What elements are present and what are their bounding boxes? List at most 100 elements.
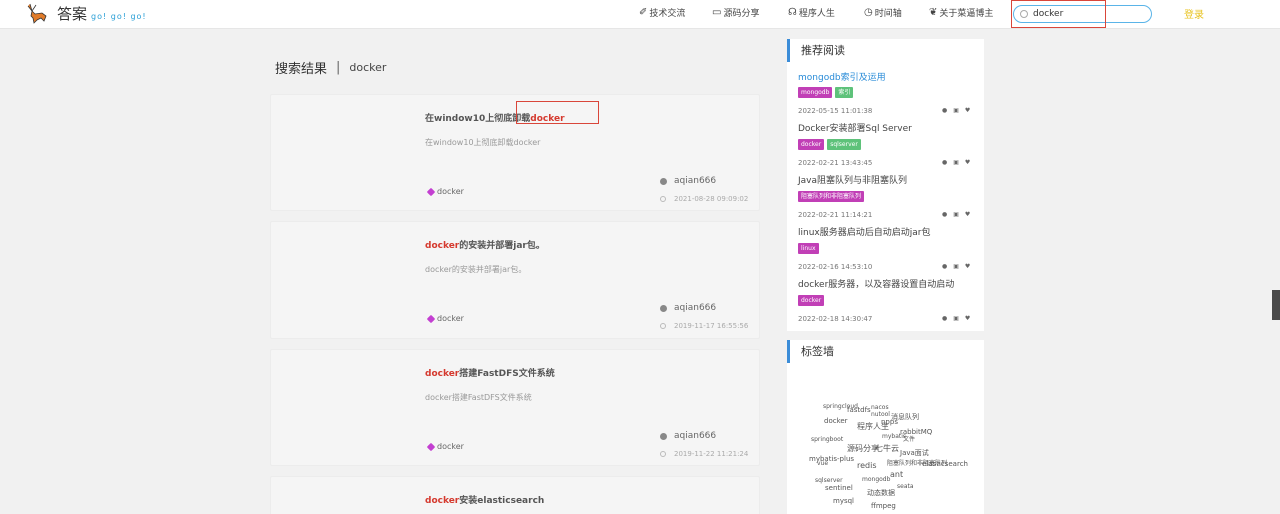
tag-cloud-word[interactable]: ant <box>890 470 903 479</box>
tag-wall-heading: 标签墙 <box>787 340 984 363</box>
tag-badge[interactable]: linux <box>798 243 819 254</box>
result-title[interactable]: docker的安装并部署jar包。 <box>425 238 545 251</box>
tag-badge[interactable]: mongodb <box>798 87 833 98</box>
edit-icon: ▣ <box>953 159 959 166</box>
eye-icon: ● <box>942 315 948 322</box>
recommend-title[interactable]: Java阻塞队列与非阻塞队列 <box>798 173 907 186</box>
tag-cloud-word[interactable]: ffmpeg <box>871 502 896 510</box>
deer-logo-icon[interactable] <box>24 2 50 24</box>
edit-icon: ▣ <box>953 107 959 114</box>
result-description: docker的安装并部署jar包。 <box>425 265 527 274</box>
recommend-date: 2022-02-21 11:14:21 <box>798 211 873 219</box>
tag-cloud-word[interactable]: fastdfs <box>847 406 871 414</box>
tag-badge[interactable]: 索引 <box>835 87 854 98</box>
title-highlight: docker <box>425 241 460 251</box>
tag-cloud-word[interactable]: 动态数据 <box>867 488 895 498</box>
recommend-date: 2022-02-21 13:43:45 <box>798 159 873 167</box>
brand-name: 答案 <box>57 5 88 23</box>
site-brand[interactable]: 答案 go! go! go! <box>57 3 147 24</box>
nav-item-4[interactable]: ❦ 关于菜逼博主 <box>929 6 993 19</box>
result-tag-label: docker <box>437 442 464 451</box>
result-tag[interactable]: docker <box>426 442 464 451</box>
nav-item-3[interactable]: ◷ 时间轴 <box>864 6 902 19</box>
tag-badge[interactable]: docker <box>798 295 825 306</box>
clock-icon <box>660 323 666 329</box>
tag-icon <box>426 314 436 323</box>
tag-cloud-word[interactable]: redis <box>857 461 877 470</box>
result-card[interactable]: docker安装elasticsearch <box>270 476 760 514</box>
tag-cloud-word[interactable]: mysql <box>833 497 854 505</box>
login-link[interactable]: 登录 <box>1184 6 1204 21</box>
tag-cloud-word[interactable]: mybatis-plus <box>809 455 854 463</box>
tag-icon <box>426 187 436 196</box>
tag-cloud-word[interactable]: docker <box>824 417 848 425</box>
headphones-icon: ☊ <box>788 7 797 18</box>
nav-item-0[interactable]: ✐ 技术交流 <box>639 6 685 19</box>
tag-badge[interactable]: sqlserver <box>827 139 861 150</box>
nav-item-label: 技术交流 <box>649 9 686 19</box>
tag-cloud-word[interactable]: nacos <box>871 404 889 411</box>
tag-badge[interactable]: docker <box>798 139 825 150</box>
heart-icon: ♥ <box>964 107 971 114</box>
tag-cloud-word[interactable]: sqlserver <box>815 477 843 484</box>
nav-item-label: 程序人生 <box>798 9 835 19</box>
results-heading-text: 搜索结果 <box>275 62 328 77</box>
nav-item-label: 源码分享 <box>723 9 760 19</box>
clock-icon <box>660 451 666 457</box>
tag-cloud-word[interactable]: nutool <box>871 411 890 418</box>
tag-cloud-word[interactable]: Java面试 <box>900 448 929 458</box>
eye-icon: ● <box>942 107 948 114</box>
result-card[interactable]: docker的安装并部署jar包。 docker的安装并部署jar包。 docker… <box>270 221 760 339</box>
edit-icon: ▣ <box>953 263 959 270</box>
result-description: 在window10上彻底卸载docker <box>425 138 541 147</box>
recommend-title[interactable]: Docker安装部署Sql Server <box>798 121 912 134</box>
recommend-date: 2022-02-18 14:30:47 <box>798 315 873 323</box>
tag-cloud-word[interactable]: sentinel <box>825 484 853 492</box>
result-tag[interactable]: docker <box>426 314 464 323</box>
date-text: 2019-11-22 11:21:24 <box>674 450 749 458</box>
tag-cloud-word[interactable]: mongodb <box>862 476 890 483</box>
edit-icon: ▣ <box>953 211 959 218</box>
result-author: aqian666 <box>660 176 716 186</box>
badge-group: docker <box>798 295 825 306</box>
tag-cloud-word[interactable]: 文件 <box>903 434 915 443</box>
search-highlight-box <box>1011 0 1106 28</box>
date-text: 2021-08-28 09:09:02 <box>674 195 749 203</box>
result-title[interactable]: docker安装elasticsearch <box>425 493 544 506</box>
scrollbar-thumb[interactable] <box>1272 290 1280 320</box>
title-suffix: 搭建FastDFS文件系统 <box>459 369 555 379</box>
tag-wall-panel: 标签墙 springcloud fastdfs nacos nutool 消息队列 doc… <box>787 340 984 514</box>
tag-cloud-word[interactable]: springboot <box>811 436 843 443</box>
tag-badge[interactable]: 阻塞队列和非阻塞队列 <box>798 191 865 202</box>
user-icon <box>660 432 667 440</box>
nav-item-2[interactable]: ☊ 程序人生 <box>788 6 835 19</box>
nav-item-1[interactable]: ▭ 源码分享 <box>712 6 759 19</box>
results-heading: 搜索结果 | docker <box>275 58 386 77</box>
result-date: 2019-11-17 16:55:56 <box>660 322 748 330</box>
top-header: 答案 go! go! go! ✐ 技术交流 ▭ 源码分享 ☊ 程序人生 ◷ 时间轴 ❦ 关于菜逼博… <box>0 0 1280 29</box>
recommend-title[interactable]: docker服务器，以及容器设置自动启动 <box>798 277 954 290</box>
pen-icon: ✐ <box>639 7 648 18</box>
result-tag[interactable]: docker <box>426 187 464 196</box>
tag-cloud-word[interactable]: seata <box>897 483 914 490</box>
result-card[interactable]: 在window10上彻底卸载docker 在window10上彻底卸载docker… <box>270 94 760 211</box>
results-keyword: docker <box>349 61 387 74</box>
recommend-stats: ● ▣ ♥ <box>942 107 970 114</box>
recommend-first-title[interactable]: mongodb索引及运用 <box>798 70 886 83</box>
eye-icon: ● <box>942 263 948 270</box>
tag-cloud-word[interactable]: elasticsearch <box>922 460 968 468</box>
result-card[interactable]: docker搭建FastDFS文件系统 docker搭建FastDFS文件系统 do… <box>270 349 760 466</box>
tag-cloud-word[interactable]: npps <box>881 418 898 426</box>
result-tag-label: docker <box>437 187 464 196</box>
badge-group: linux <box>798 243 819 254</box>
nav-item-label: 时间轴 <box>874 9 902 19</box>
recommend-panel: 推荐阅读 mongodb索引及运用 mongodb 索引 2022-05-15 11… <box>787 39 984 331</box>
tag-cloud-word[interactable]: vue <box>817 460 828 467</box>
recommend-stats: ● ▣ ♥ <box>942 263 970 270</box>
recommend-title[interactable]: linux服务器启动后自动启动jar包 <box>798 225 930 238</box>
result-description: docker搭建FastDFS文件系统 <box>425 393 532 402</box>
user-icon <box>660 304 667 312</box>
tag-cloud-word[interactable]: 七牛云 <box>875 443 899 454</box>
result-date: 2019-11-22 11:21:24 <box>660 450 748 458</box>
result-title[interactable]: docker搭建FastDFS文件系统 <box>425 366 555 379</box>
